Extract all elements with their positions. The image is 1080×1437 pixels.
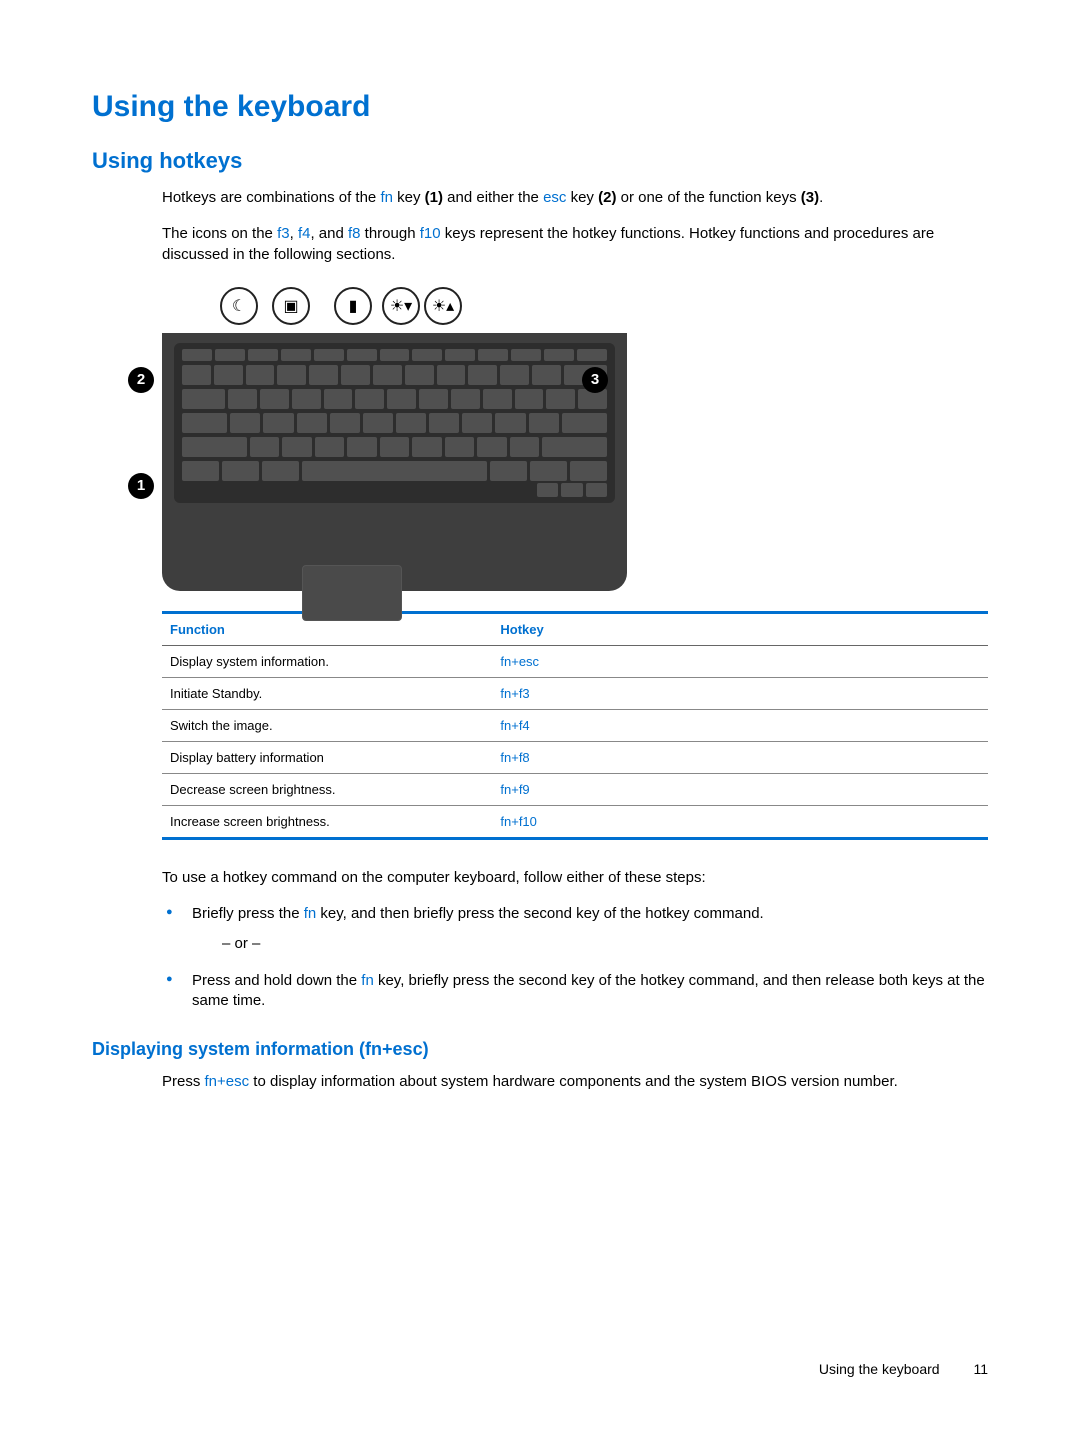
keyboard-area xyxy=(174,343,615,503)
text: , xyxy=(290,225,298,242)
callout-badge-3: 3 xyxy=(582,367,608,393)
cell-hotkey: fn+f3 xyxy=(492,677,988,709)
col-hotkey: Hotkey xyxy=(492,612,988,645)
f4-label: f4 xyxy=(298,225,311,242)
callout-ref-1: (1) xyxy=(425,189,443,206)
cell-function: Decrease screen brightness. xyxy=(162,773,492,805)
page-number: 11 xyxy=(973,1361,988,1377)
text: Hotkeys are combinations of the xyxy=(162,189,380,206)
brightness-up-icon: ☀▴ xyxy=(424,287,462,325)
text: . xyxy=(819,189,823,206)
page-title: Using the keyboard xyxy=(92,90,988,124)
text: and either the xyxy=(443,189,543,206)
text: or one of the function keys xyxy=(616,189,800,206)
cell-function: Increase screen brightness. xyxy=(162,805,492,838)
fnesc-label: fn+esc xyxy=(205,1073,250,1090)
text: through xyxy=(361,225,420,242)
cell-hotkey: fn+f8 xyxy=(492,741,988,773)
table-row: Display battery informationfn+f8 xyxy=(162,741,988,773)
esc-key-label: esc xyxy=(543,189,566,206)
cell-hotkey: fn+f10 xyxy=(492,805,988,838)
table-row: Decrease screen brightness.fn+f9 xyxy=(162,773,988,805)
battery-icon: ▮ xyxy=(334,287,372,325)
list-item: Briefly press the fn key, and then brief… xyxy=(162,904,988,955)
text: Press xyxy=(162,1073,205,1090)
keyboard-illustration: ☾ ▣ ▮ ☀▾ ☀▴ xyxy=(162,281,627,591)
text: key xyxy=(566,189,598,206)
display-icon: ▣ xyxy=(272,287,310,325)
subsection-title-fnesc: Displaying system information (fn+esc) xyxy=(92,1039,988,1060)
text: Press and hold down the xyxy=(192,972,361,989)
footer-section: Using the keyboard xyxy=(819,1361,940,1377)
text: , and xyxy=(310,225,348,242)
text: key, and then briefly press the second k… xyxy=(316,905,763,922)
text: The icons on the xyxy=(162,225,277,242)
table-row: Initiate Standby.fn+f3 xyxy=(162,677,988,709)
paragraph-hotkeys-intro: Hotkeys are combinations of the fn key (… xyxy=(162,188,988,208)
list-item: Press and hold down the fn key, briefly … xyxy=(162,971,988,1012)
table-row: Display system information.fn+esc xyxy=(162,645,988,677)
paragraph-usage-intro: To use a hotkey command on the computer … xyxy=(162,868,988,888)
hotkey-table: Function Hotkey Display system informati… xyxy=(162,611,988,840)
section-title-hotkeys: Using hotkeys xyxy=(92,148,988,174)
f10-label: f10 xyxy=(420,225,441,242)
f8-label: f8 xyxy=(348,225,361,242)
cell-function: Switch the image. xyxy=(162,709,492,741)
cell-hotkey: fn+f4 xyxy=(492,709,988,741)
callout-ref-3: (3) xyxy=(801,189,819,206)
laptop-body xyxy=(162,333,627,591)
cell-function: Display battery information xyxy=(162,741,492,773)
usage-steps-list: Briefly press the fn key, and then brief… xyxy=(162,904,988,1011)
table-header-row: Function Hotkey xyxy=(162,612,988,645)
callout-badge-2: 2 xyxy=(128,367,154,393)
callout-badge-1: 1 xyxy=(128,473,154,499)
text: to display information about system hard… xyxy=(249,1073,898,1090)
text: key xyxy=(393,189,425,206)
cell-hotkey: fn+f9 xyxy=(492,773,988,805)
touchpad xyxy=(302,565,402,621)
brightness-down-icon: ☀▾ xyxy=(382,287,420,325)
fn-key-label: fn xyxy=(304,905,317,922)
text: Briefly press the xyxy=(192,905,304,922)
page-footer: Using the keyboard 11 xyxy=(819,1361,988,1377)
callout-ref-2: (2) xyxy=(598,189,616,206)
sleep-icon: ☾ xyxy=(220,287,258,325)
table-row: Switch the image.fn+f4 xyxy=(162,709,988,741)
f3-label: f3 xyxy=(277,225,290,242)
paragraph-fnesc: Press fn+esc to display information abou… xyxy=(162,1072,988,1092)
cell-function: Display system information. xyxy=(162,645,492,677)
fn-key-label: fn xyxy=(361,972,374,989)
cell-hotkey: fn+esc xyxy=(492,645,988,677)
or-separator: – or – xyxy=(222,934,988,954)
fn-key-label: fn xyxy=(380,189,393,206)
paragraph-icons-intro: The icons on the f3, f4, and f8 through … xyxy=(162,224,988,265)
cell-function: Initiate Standby. xyxy=(162,677,492,709)
table-row: Increase screen brightness.fn+f10 xyxy=(162,805,988,838)
